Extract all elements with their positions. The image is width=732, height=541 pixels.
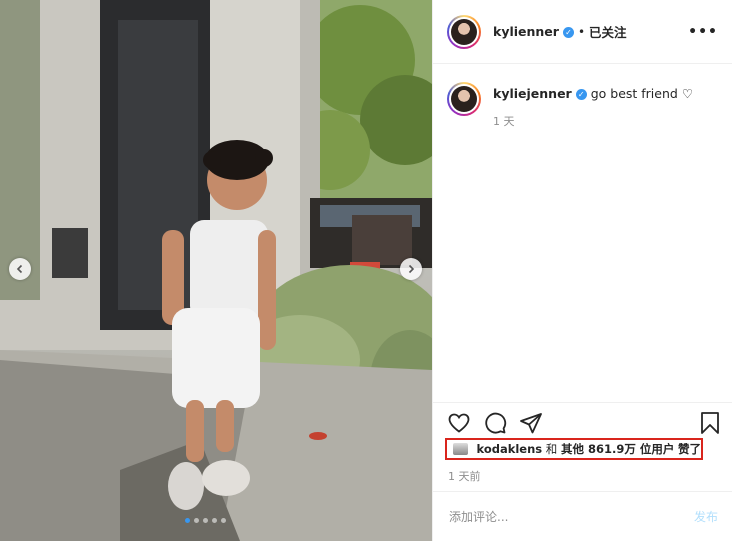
liker-username[interactable]: kodaklens xyxy=(476,442,542,456)
more-options-icon[interactable]: ••• xyxy=(688,24,718,40)
verified-badge-icon: ✓ xyxy=(575,89,587,100)
next-slide-button[interactable] xyxy=(400,258,422,280)
comment-bar: 发布 xyxy=(433,491,732,541)
likes-count[interactable]: 其他 861.9万 位用户 xyxy=(561,441,674,457)
follow-status-button[interactable]: 已关注 xyxy=(589,22,627,41)
avatar[interactable] xyxy=(447,14,481,49)
heart-emoji-icon: ♡ xyxy=(681,86,694,101)
post-photo[interactable] xyxy=(0,0,432,541)
caption-text: kyliejenner ✓ go best friend ♡ xyxy=(493,82,693,116)
caption-username[interactable]: kyliejenner xyxy=(493,86,572,101)
carousel-dot xyxy=(194,518,199,523)
carousel-dot xyxy=(212,518,217,523)
caption-time[interactable]: 1 天 xyxy=(493,113,515,129)
post-timestamp[interactable]: 1 天前 xyxy=(448,468,481,484)
caption: kyliejenner ✓ go best friend ♡ xyxy=(447,82,718,116)
comment-icon[interactable] xyxy=(483,411,507,435)
likes-summary[interactable]: kodaklens 和 其他 861.9万 位用户 赞了 xyxy=(445,438,703,460)
caption-body: go best friend xyxy=(590,86,678,101)
post-header: kylienner ✓ • 已关注 ••• xyxy=(433,0,732,64)
chevron-left-icon xyxy=(16,264,23,274)
avatar-ring xyxy=(449,84,479,114)
prev-slide-button[interactable] xyxy=(9,258,31,280)
header-username[interactable]: kylienner ✓ xyxy=(493,24,574,39)
carousel-indicator xyxy=(185,518,226,523)
comment-input[interactable] xyxy=(447,508,694,525)
verified-badge-icon: ✓ xyxy=(562,27,574,38)
instagram-post-view: kylienner ✓ • 已关注 ••• kyliejenner ✓ go bes… xyxy=(0,0,732,541)
chevron-right-icon xyxy=(408,264,415,274)
username-text: kylienner xyxy=(493,24,559,39)
liker-avatar xyxy=(453,443,469,455)
caption-avatar[interactable] xyxy=(447,82,481,116)
avatar-ring xyxy=(449,16,479,47)
likes-suffix: 赞了 xyxy=(678,442,701,456)
heart-icon[interactable] xyxy=(447,411,471,435)
avatar-image xyxy=(451,18,477,45)
post-sidebar: kylienner ✓ • 已关注 ••• kyliejenner ✓ go bes… xyxy=(432,0,732,541)
carousel-dot xyxy=(221,518,226,523)
post-comment-button[interactable]: 发布 xyxy=(694,508,718,525)
action-bar xyxy=(433,402,732,441)
likes-conj: 和 xyxy=(545,442,558,456)
carousel-dot xyxy=(203,518,208,523)
carousel-dot xyxy=(185,518,190,523)
bookmark-icon[interactable] xyxy=(699,411,721,435)
separator-dot: • xyxy=(577,24,586,39)
avatar-image xyxy=(451,86,477,112)
share-icon[interactable] xyxy=(519,411,543,435)
photo-scene xyxy=(0,0,432,541)
